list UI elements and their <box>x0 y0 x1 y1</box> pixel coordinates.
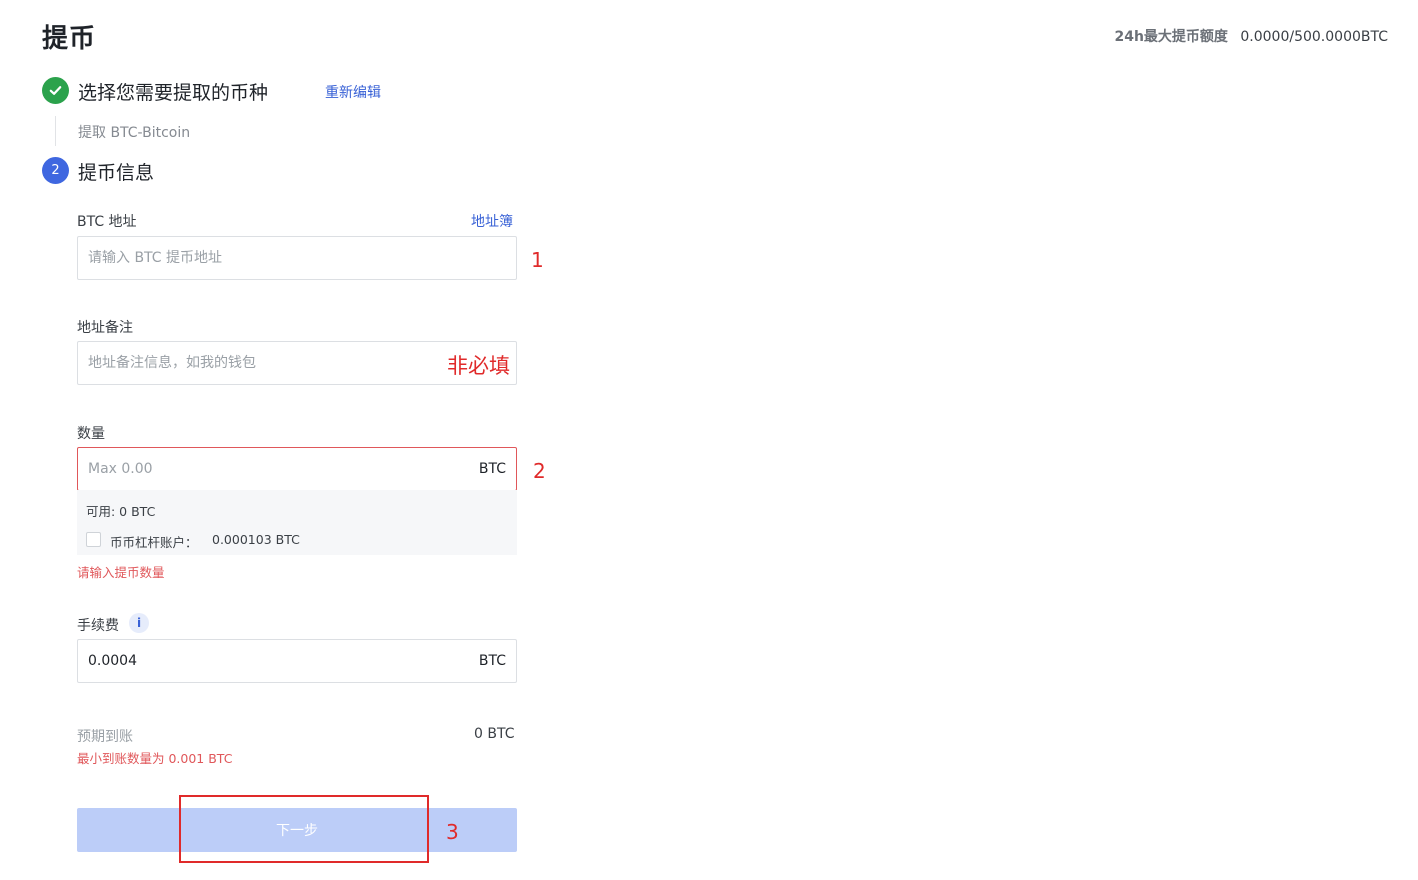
step-connector <box>55 116 56 146</box>
annotation-2: 2 <box>533 459 546 483</box>
page-title: 提币 <box>42 24 97 54</box>
withdraw-limit-label: 24h最大提币额度 <box>1114 29 1228 45</box>
expected-value: 0 BTC <box>474 726 515 742</box>
address-field[interactable] <box>77 236 517 280</box>
info-icon[interactable]: i <box>129 613 149 633</box>
withdraw-limit: 24h最大提币额度 0.0000/500.0000BTC <box>1114 26 1388 46</box>
min-amount-note: 最小到账数量为 0.001 BTC <box>77 751 233 766</box>
step2-number-badge: 2 <box>42 157 69 184</box>
amount-unit: BTC <box>478 461 506 477</box>
selected-coin: 提取 BTC-Bitcoin <box>78 125 191 141</box>
fee-field: 0.0004 BTC <box>77 639 517 683</box>
margin-account-label: 币币杠杆账户： <box>110 535 198 550</box>
withdraw-limit-value: 0.0000/500.0000BTC <box>1240 29 1388 45</box>
address-label: BTC 地址 <box>77 214 137 230</box>
re-edit-link[interactable]: 重新编辑 <box>325 82 381 102</box>
expected-label: 预期到账 <box>77 729 133 745</box>
amount-input[interactable] <box>88 448 418 490</box>
available-balance: 可用: 0 BTC <box>86 504 156 519</box>
step2-title: 提币信息 <box>78 162 155 184</box>
margin-account-checkbox[interactable] <box>86 532 101 547</box>
amount-error: 请输入提币数量 <box>77 565 165 580</box>
fee-value: 0.0004 <box>88 653 137 669</box>
address-input[interactable] <box>88 237 418 279</box>
remark-label: 地址备注 <box>77 320 133 336</box>
amount-field[interactable]: BTC <box>77 447 517 491</box>
annotation-3: 3 <box>446 820 459 844</box>
step1-title: 选择您需要提取的币种 <box>78 82 269 104</box>
fee-unit: BTC <box>478 653 506 669</box>
annotation-1: 1 <box>531 248 544 272</box>
remark-field[interactable]: 非必填 <box>77 341 517 385</box>
address-book-link[interactable]: 地址簿 <box>471 211 513 231</box>
remark-input[interactable] <box>88 342 418 384</box>
optional-annotation: 非必填 <box>447 354 510 378</box>
fee-label: 手续费 <box>77 618 119 634</box>
amount-label: 数量 <box>77 426 105 442</box>
check-icon <box>42 77 69 104</box>
margin-account-value: 0.000103 BTC <box>212 532 300 547</box>
